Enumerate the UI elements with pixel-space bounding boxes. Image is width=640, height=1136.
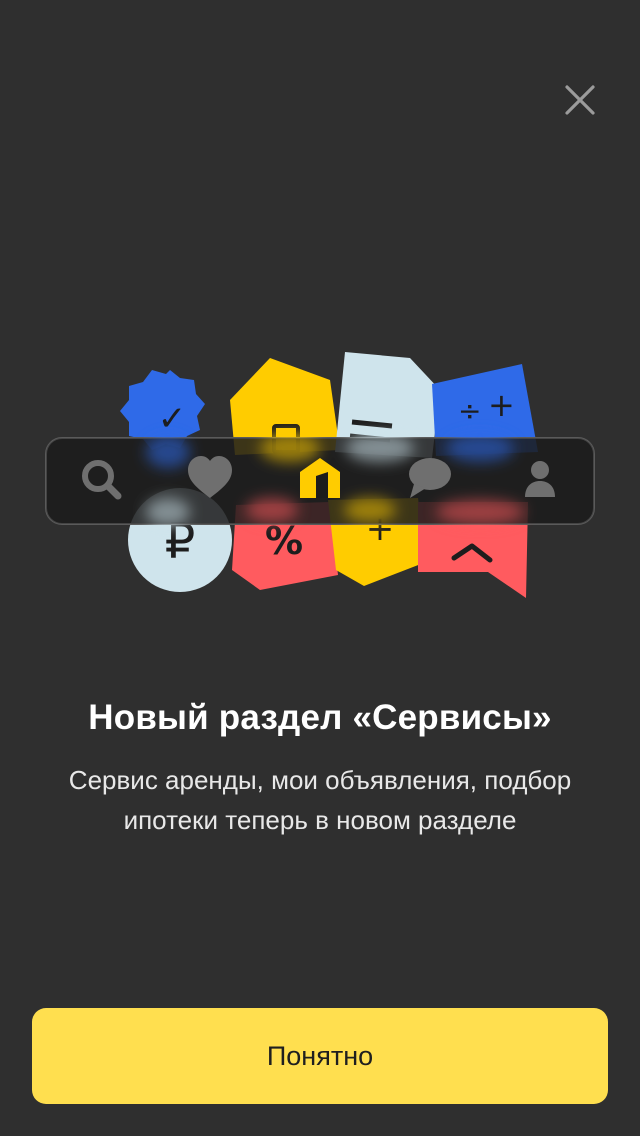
badge-check-glyph: ✓ (158, 399, 187, 439)
close-button[interactable] (556, 76, 604, 124)
description-line-2: ипотеки теперь в новом разделе (123, 805, 517, 835)
services-illustration: ✓ ÷ + ₽ % + (40, 340, 600, 610)
modal-description: Сервис аренды, мои объявления, подбор ип… (40, 760, 600, 840)
got-it-button-label: Понятно (266, 1040, 374, 1071)
modal-title: Новый раздел «Сервисы» (88, 698, 552, 737)
badge-percent-glyph: % (265, 519, 303, 563)
tab-bar-preview (45, 434, 595, 526)
close-icon (565, 85, 595, 115)
badge-divide-glyph: ÷ (458, 394, 481, 427)
badge-plus-glyph-blue: + (488, 386, 515, 424)
description-line-1: Сервис аренды, мои объявления, подбор (68, 765, 572, 795)
got-it-button[interactable]: Понятно (32, 1008, 608, 1104)
